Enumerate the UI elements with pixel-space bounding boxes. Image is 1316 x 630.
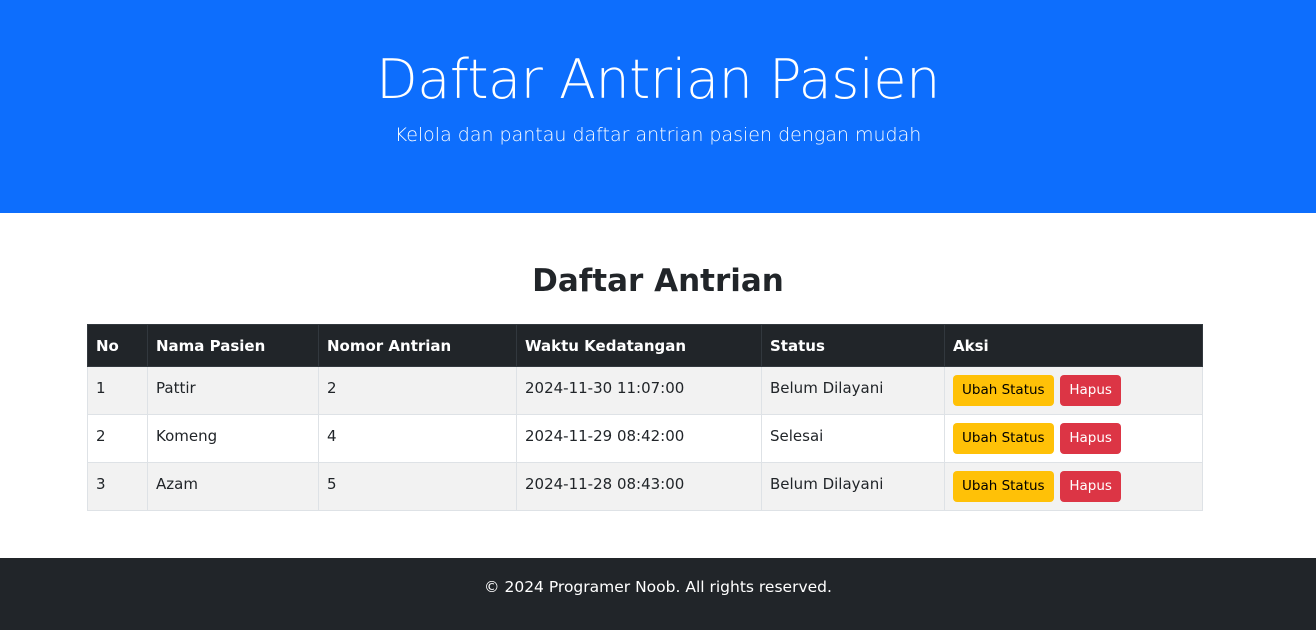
table-row: 3 Azam 5 2024-11-28 08:43:00 Belum Dilay… — [87, 462, 1203, 511]
section-heading: Daftar Antrian — [532, 263, 784, 299]
delete-button[interactable]: Hapus — [1060, 375, 1121, 406]
change-status-button[interactable]: Ubah Status — [953, 471, 1054, 502]
table-header-row: No Nama Pasien Nomor Antrian Waktu Kedat… — [87, 324, 1203, 367]
column-header-arrival-time: Waktu Kedatangan — [516, 324, 762, 367]
page-footer: © 2024 Programer Noob. All rights reserv… — [0, 558, 1316, 630]
cell-status: Belum Dilayani — [761, 366, 945, 415]
cell-status: Belum Dilayani — [761, 462, 945, 511]
cell-actions: Ubah Status Hapus — [944, 462, 1203, 511]
column-header-name: Nama Pasien — [147, 324, 319, 367]
column-header-no: No — [87, 324, 148, 367]
cell-status: Selesai — [761, 414, 945, 463]
cell-arrival-time: 2024-11-30 11:07:00 — [516, 366, 762, 415]
cell-actions: Ubah Status Hapus — [944, 414, 1203, 463]
cell-name: Komeng — [147, 414, 319, 463]
cell-queue-number: 4 — [318, 414, 517, 463]
delete-button[interactable]: Hapus — [1060, 423, 1121, 454]
queue-table: No Nama Pasien Nomor Antrian Waktu Kedat… — [87, 324, 1203, 511]
table-row: 2 Komeng 4 2024-11-29 08:42:00 Selesai U… — [87, 414, 1203, 463]
delete-button[interactable]: Hapus — [1060, 471, 1121, 502]
cell-name: Pattir — [147, 366, 319, 415]
hero-banner: Daftar Antrian Pasien Kelola dan pantau … — [0, 0, 1316, 213]
table-header: No Nama Pasien Nomor Antrian Waktu Kedat… — [87, 324, 1203, 367]
page-subtitle: Kelola dan pantau daftar antrian pasien … — [394, 124, 922, 146]
footer-copyright: © 2024 Programer Noob. All rights reserv… — [484, 578, 832, 596]
cell-no: 1 — [87, 366, 148, 415]
cell-no: 3 — [87, 462, 148, 511]
cell-queue-number: 5 — [318, 462, 517, 511]
table-row: 1 Pattir 2 2024-11-30 11:07:00 Belum Dil… — [87, 366, 1203, 415]
cell-name: Azam — [147, 462, 319, 511]
change-status-button[interactable]: Ubah Status — [953, 423, 1054, 454]
cell-no: 2 — [87, 414, 148, 463]
page-title: Daftar Antrian Pasien — [376, 48, 940, 111]
table-body: 1 Pattir 2 2024-11-30 11:07:00 Belum Dil… — [87, 366, 1203, 511]
cell-queue-number: 2 — [318, 366, 517, 415]
column-header-actions: Aksi — [944, 324, 1203, 367]
column-header-status: Status — [761, 324, 945, 367]
column-header-queue-number: Nomor Antrian — [318, 324, 517, 367]
change-status-button[interactable]: Ubah Status — [953, 375, 1054, 406]
cell-actions: Ubah Status Hapus — [944, 366, 1203, 415]
cell-arrival-time: 2024-11-28 08:43:00 — [516, 462, 762, 511]
cell-arrival-time: 2024-11-29 08:42:00 — [516, 414, 762, 463]
